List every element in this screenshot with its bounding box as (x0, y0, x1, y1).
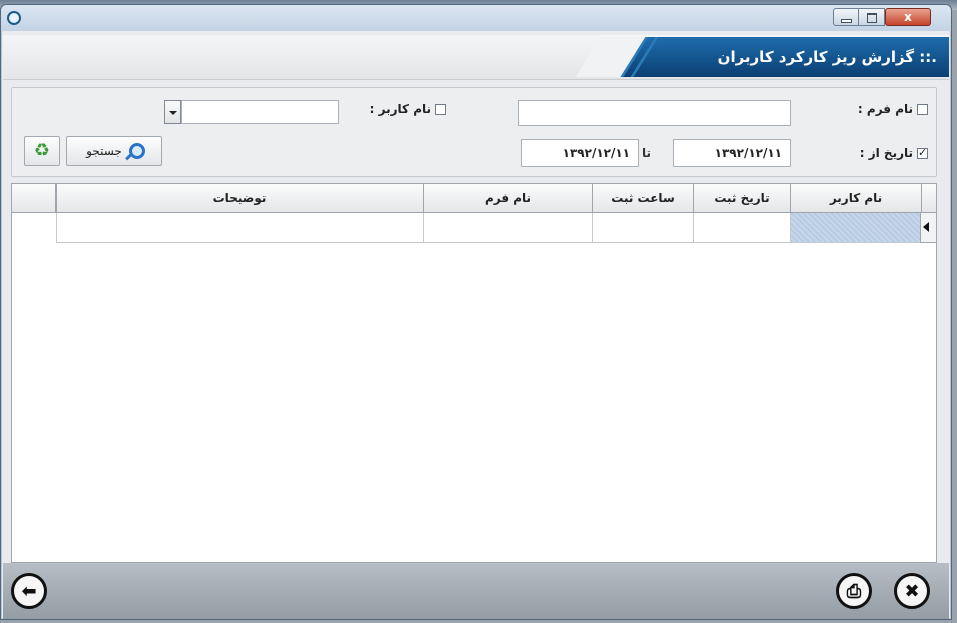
app-icon (7, 11, 21, 25)
date-from-input[interactable]: ۱۳۹۲/۱۲/۱۱ (673, 139, 791, 167)
refresh-button[interactable]: ♻ (24, 136, 60, 166)
search-button[interactable]: جستجو (66, 136, 162, 166)
column-header-form-name[interactable]: نام فرم (424, 184, 593, 213)
close-circle-icon: ✖ (904, 580, 920, 602)
print-button[interactable]: ⎙ (836, 573, 872, 609)
header-banner: .:: گزارش ریز کارکرد کاربران (618, 37, 949, 77)
back-button[interactable]: ⬅ (11, 573, 47, 609)
date-to-input[interactable]: ۱۳۹۲/۱۲/۱۱ (521, 139, 639, 167)
form-name-checkbox[interactable] (917, 103, 928, 115)
date-to-separator: تا (642, 146, 652, 160)
column-header-date[interactable]: تاریخ ثبت (694, 184, 791, 213)
user-name-combo[interactable] (181, 100, 339, 124)
column-header-time[interactable]: ساعت ثبت (593, 184, 694, 213)
table-cell-form-name[interactable] (424, 213, 593, 243)
close-button[interactable]: ✖ (894, 573, 930, 609)
column-header-description[interactable]: توضیحات (56, 184, 424, 213)
results-grid[interactable]: توضیحات نام فرم ساعت ثبت تاریخ ثبت نام ک… (11, 183, 937, 563)
printer-icon: ⎙ (846, 580, 862, 602)
table-cell-description[interactable] (56, 213, 424, 243)
grid-corner (12, 184, 56, 213)
close-x-glyph: x (904, 10, 912, 24)
chevron-down-icon[interactable] (164, 100, 181, 124)
window-close-button[interactable]: x (885, 8, 931, 26)
form-name-label: نام فرم : (857, 102, 913, 116)
column-header-user-name[interactable]: نام کاربر (791, 184, 922, 213)
table-cell-user-name[interactable] (791, 213, 921, 243)
date-from-checkbox[interactable] (917, 146, 928, 159)
maximize-button[interactable] (859, 8, 885, 26)
arrow-left-circle-icon: ⬅ (21, 580, 37, 602)
form-name-input[interactable] (518, 100, 791, 126)
bottom-toolbar: ✖ ⎙ ⬅ (3, 563, 949, 619)
date-from-filter-label[interactable]: تاریخ از : (860, 146, 928, 160)
page-title: .:: گزارش ریز کارکرد کاربران (717, 48, 937, 66)
form-name-filter-label[interactable]: نام فرم : (858, 102, 928, 116)
date-from-label: تاریخ از : (859, 146, 913, 160)
recycle-icon: ♻ (33, 140, 51, 161)
user-name-checkbox[interactable] (435, 103, 446, 115)
user-name-label: نام کاربر : (369, 102, 431, 116)
filter-panel: نام فرم : نام کاربر : تاریخ از : ۱۳۹۲/۱۲… (11, 87, 937, 177)
user-name-filter-label[interactable]: نام کاربر : (370, 102, 446, 116)
window-titlebar[interactable]: x (1, 5, 951, 31)
table-cell-date[interactable] (694, 213, 791, 243)
grid-header-filler (922, 184, 936, 213)
row-selector-icon[interactable] (920, 213, 936, 243)
form-header: .:: گزارش ریز کارکرد کاربران (3, 35, 949, 80)
search-icon (126, 143, 145, 159)
search-button-label: جستجو (86, 144, 122, 158)
grid-divider (56, 184, 57, 213)
table-cell-time[interactable] (593, 213, 694, 243)
minimize-button[interactable] (833, 8, 859, 26)
report-window: x .:: گزارش ریز کارکرد کاربران نام فرم :… (0, 4, 952, 620)
